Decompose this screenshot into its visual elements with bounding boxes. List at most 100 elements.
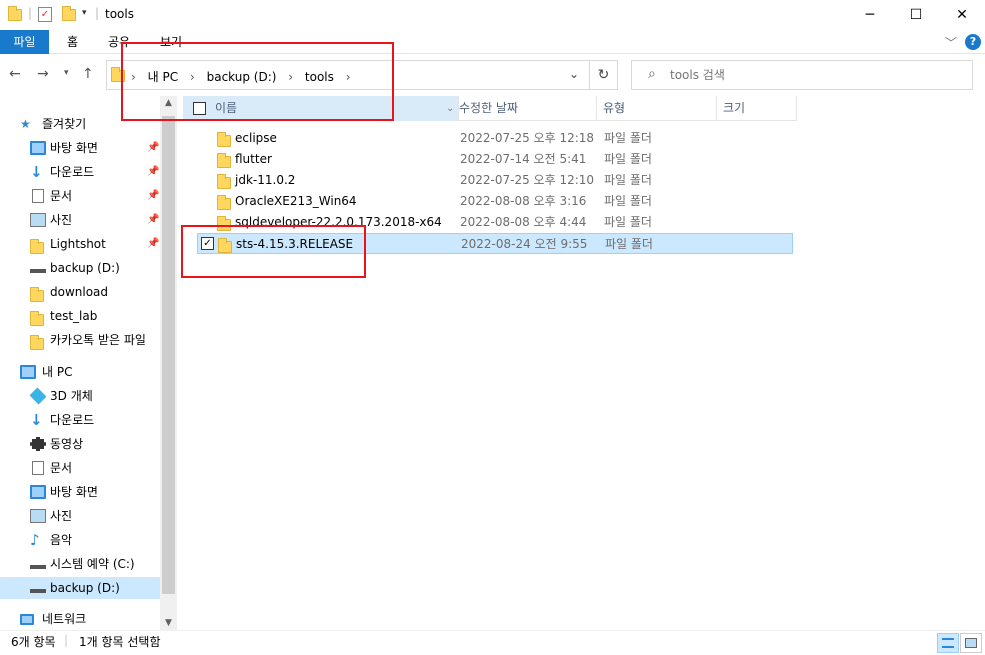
scroll-up-icon[interactable]: ▲: [160, 98, 177, 108]
folder-icon: [30, 239, 46, 254]
table-row-selected[interactable]: ✓ sts-4.15.3.RELEASE 2022-08-24 오전 9:55 …: [197, 233, 793, 254]
desktop-icon: [30, 485, 46, 499]
sidebar-item-quick-access[interactable]: ★ 즐겨찾기: [0, 113, 160, 135]
help-icon[interactable]: ?: [965, 34, 981, 50]
up-button[interactable]: ↑: [82, 66, 94, 82]
close-button[interactable]: ✕: [939, 0, 985, 30]
sidebar-item-test-lab[interactable]: test_lab: [0, 305, 160, 327]
download-icon: ↓: [30, 163, 43, 181]
table-row[interactable]: jdk-11.0.2 2022-07-25 오후 12:10 파일 폴더: [197, 170, 793, 191]
pin-icon: 📌: [147, 238, 160, 249]
desktop-icon: [30, 141, 46, 155]
sidebar-item-backup-drive[interactable]: backup (D:): [0, 257, 160, 279]
search-box[interactable]: ⌕: [631, 60, 973, 90]
scrollbar-thumb[interactable]: [162, 116, 175, 594]
sidebar-item-3d-objects[interactable]: 3D 개체: [0, 385, 160, 407]
sidebar-item-desktop[interactable]: 바탕 화면 📌: [0, 137, 160, 159]
folder-icon: [30, 335, 46, 350]
ribbon-tabs: 파일 홈 공유 보기 ﹀ ?: [0, 30, 985, 54]
computer-icon: [20, 365, 36, 379]
column-type[interactable]: 유형: [597, 96, 717, 121]
recent-locations-icon[interactable]: ▾: [64, 68, 69, 78]
table-row[interactable]: sqldeveloper-22.2.0.173.2018-x64 2022-08…: [197, 212, 793, 233]
sidebar-item-videos[interactable]: 동영상: [0, 433, 160, 455]
minimize-button[interactable]: ─: [847, 0, 893, 30]
forward-button[interactable]: →: [37, 66, 49, 82]
file-list: ︿ 이름 ⌄ 수정한 날짜 유형 크기 eclipse 2022-07-25 오…: [177, 95, 985, 630]
pin-icon: 📌: [147, 142, 160, 153]
folder-icon: [30, 287, 46, 302]
column-size[interactable]: 크기: [717, 96, 797, 121]
item-count: 6개 항목: [11, 635, 56, 649]
sidebar-item-pc-downloads[interactable]: ↓ 다운로드: [0, 409, 160, 431]
music-icon: ♪: [30, 531, 40, 549]
sidebar-item-music[interactable]: ♪ 음악: [0, 529, 160, 551]
sidebar-item-documents[interactable]: 문서 📌: [0, 185, 160, 207]
address-bar[interactable]: › 내 PC › backup (D:) › tools › ⌄: [106, 60, 590, 90]
tab-home[interactable]: 홈: [67, 30, 78, 54]
table-row[interactable]: OracleXE213_Win64 2022-08-08 오후 3:16 파일 …: [197, 191, 793, 212]
search-input[interactable]: [670, 67, 960, 83]
properties-icon[interactable]: ✓: [38, 7, 52, 22]
drive-icon: [30, 585, 46, 593]
table-row[interactable]: eclipse 2022-07-25 오후 12:18 파일 폴더: [197, 128, 793, 149]
pin-icon: 📌: [147, 190, 160, 201]
download-icon: ↓: [30, 411, 43, 429]
window-title: tools: [105, 7, 134, 21]
folder-icon: [111, 67, 125, 85]
folder-icon: [30, 311, 46, 326]
drive-icon: [30, 265, 46, 273]
new-folder-icon[interactable]: [62, 6, 76, 25]
address-history-dropdown[interactable]: ⌄: [569, 67, 579, 81]
document-icon: [32, 461, 44, 475]
column-header: ︿ 이름 ⌄ 수정한 날짜 유형 크기: [177, 95, 797, 121]
network-icon: [20, 614, 34, 625]
back-button[interactable]: ←: [9, 66, 21, 82]
search-icon: ⌕: [648, 66, 656, 82]
tab-view[interactable]: 보기: [160, 30, 182, 54]
sidebar-item-pictures[interactable]: 사진 📌: [0, 209, 160, 231]
maximize-button[interactable]: ☐: [893, 0, 939, 30]
breadcrumb-backup-drive[interactable]: backup (D:): [207, 70, 277, 84]
table-row[interactable]: flutter 2022-07-14 오전 5:41 파일 폴더: [197, 149, 793, 170]
refresh-button[interactable]: ↻: [590, 60, 618, 90]
document-icon: [32, 189, 44, 203]
status-bar: 6개 항목 | 1개 항목 선택함: [0, 630, 985, 655]
selected-count: 1개 항목 선택함: [79, 635, 161, 649]
breadcrumb-this-pc[interactable]: 내 PC: [148, 70, 178, 84]
details-view-icon: [942, 638, 954, 648]
column-date-modified[interactable]: 수정한 날짜: [453, 96, 597, 121]
sidebar-item-pc-pictures[interactable]: 사진: [0, 505, 160, 527]
pin-icon: 📌: [147, 214, 160, 225]
sidebar-item-c-drive[interactable]: 시스템 예약 (C:): [0, 553, 160, 575]
scroll-down-icon[interactable]: ▼: [160, 618, 177, 628]
navigation-pane: ★ 즐겨찾기 바탕 화면 📌 ↓ 다운로드 📌 문서 📌 사진 📌 Lights…: [0, 96, 177, 630]
large-icons-view-icon: [965, 638, 977, 648]
column-name[interactable]: 이름 ⌄: [183, 96, 459, 121]
sidebar-item-download-folder[interactable]: download: [0, 281, 160, 303]
pictures-icon: [30, 213, 46, 227]
drive-icon: [30, 561, 46, 569]
sidebar-item-this-pc[interactable]: 내 PC: [0, 361, 160, 383]
sidebar-scrollbar[interactable]: ▲ ▼: [160, 96, 177, 630]
details-view-button[interactable]: [937, 633, 959, 653]
sidebar-item-d-drive[interactable]: backup (D:): [0, 577, 160, 599]
row-checkbox[interactable]: ✓: [201, 237, 214, 250]
sidebar-item-pc-documents[interactable]: 문서: [0, 457, 160, 479]
title-bar: | ✓ ▾ | tools ─ ☐ ✕: [0, 0, 985, 30]
tab-file[interactable]: 파일: [0, 30, 49, 54]
tab-share[interactable]: 공유: [108, 30, 130, 54]
expand-ribbon-icon[interactable]: ﹀: [945, 34, 957, 51]
large-icons-view-button[interactable]: [960, 633, 982, 653]
sidebar-item-pc-desktop[interactable]: 바탕 화면: [0, 481, 160, 503]
pictures-icon: [30, 509, 46, 523]
sidebar-item-network[interactable]: 네트워크: [0, 608, 160, 630]
breadcrumb-tools[interactable]: tools: [305, 70, 334, 84]
sidebar-item-kakaotalk[interactable]: 카카오톡 받은 파일: [0, 329, 160, 351]
sidebar-item-downloads[interactable]: ↓ 다운로드 📌: [0, 161, 160, 183]
star-icon: ★: [20, 117, 31, 131]
customize-toolbar-icon[interactable]: ▾: [82, 8, 87, 18]
sidebar-item-lightshot[interactable]: Lightshot 📌: [0, 233, 160, 255]
select-all-checkbox[interactable]: [193, 102, 206, 115]
video-icon: [30, 437, 46, 451]
